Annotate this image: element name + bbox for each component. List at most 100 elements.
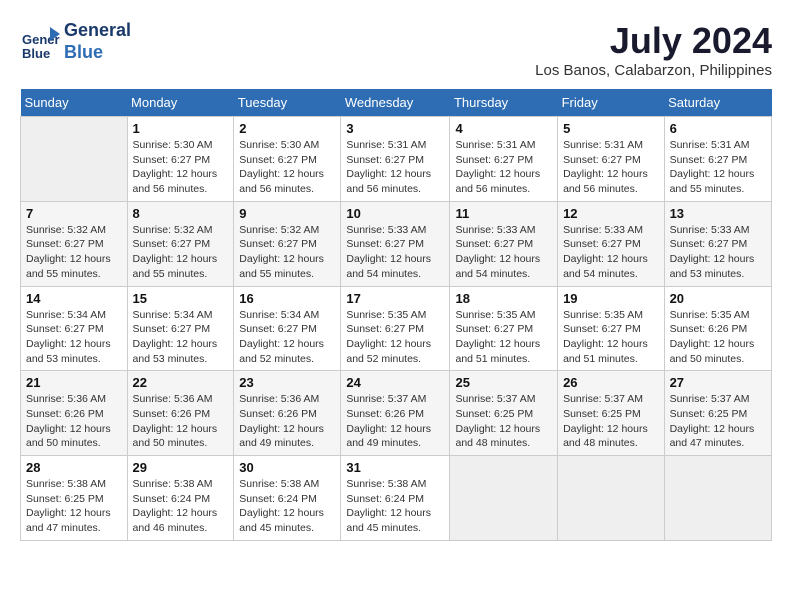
day-number: 22	[133, 375, 229, 390]
day-info: Sunrise: 5:34 AM Sunset: 6:27 PM Dayligh…	[26, 308, 122, 367]
day-number: 24	[346, 375, 444, 390]
day-cell: 25Sunrise: 5:37 AM Sunset: 6:25 PM Dayli…	[450, 371, 558, 456]
calendar-header: SundayMondayTuesdayWednesdayThursdayFrid…	[21, 89, 772, 117]
day-info: Sunrise: 5:31 AM Sunset: 6:27 PM Dayligh…	[563, 138, 659, 197]
week-row-5: 28 Sunrise: 5:38 AM Sunset: 6:25 PM Dayli…	[21, 456, 772, 541]
day-cell: 7 Sunrise: 5:32 AM Sunset: 6:27 PM Daylig…	[21, 201, 128, 286]
day-cell	[664, 456, 771, 541]
day-number: 29	[133, 460, 229, 475]
day-info: Sunrise: 5:37 AM Sunset: 6:25 PM Dayligh…	[670, 392, 766, 451]
svg-text:Blue: Blue	[22, 46, 50, 61]
day-number: 18	[455, 291, 552, 306]
day-info: Sunrise: 5:33 AM Sunset: 6:27 PM Dayligh…	[563, 223, 659, 282]
day-info: Sunrise: 5:31 AM Sunset: 6:27 PM Dayligh…	[346, 138, 444, 197]
day-info: Sunrise: 5:30 AM Sunset: 6:27 PM Dayligh…	[133, 138, 229, 197]
day-number: 31	[346, 460, 444, 475]
day-cell	[21, 117, 128, 202]
day-cell: 9Sunrise: 5:32 AM Sunset: 6:27 PM Daylig…	[234, 201, 341, 286]
day-info: Sunrise: 5:34 AM Sunset: 6:27 PM Dayligh…	[239, 308, 335, 367]
day-number: 13	[670, 206, 766, 221]
day-info: Sunrise: 5:36 AM Sunset: 6:26 PM Dayligh…	[133, 392, 229, 451]
day-cell: 6 Sunrise: 5:31 AM Sunset: 6:27 PM Daylig…	[664, 117, 771, 202]
day-info: Sunrise: 5:31 AM Sunset: 6:27 PM Dayligh…	[670, 138, 766, 197]
day-number: 4	[455, 121, 552, 136]
day-info: Sunrise: 5:33 AM Sunset: 6:27 PM Dayligh…	[670, 223, 766, 282]
calendar-body: 1 Sunrise: 5:30 AM Sunset: 6:27 PM Daylig…	[21, 117, 772, 541]
week-row-3: 14 Sunrise: 5:34 AM Sunset: 6:27 PM Dayli…	[21, 286, 772, 371]
day-info: Sunrise: 5:32 AM Sunset: 6:27 PM Dayligh…	[26, 223, 122, 282]
day-cell: 31 Sunrise: 5:38 AM Sunset: 6:24 PM Dayli…	[341, 456, 450, 541]
day-cell: 11Sunrise: 5:33 AM Sunset: 6:27 PM Dayli…	[450, 201, 558, 286]
day-cell: 19Sunrise: 5:35 AM Sunset: 6:27 PM Dayli…	[558, 286, 665, 371]
day-cell: 13 Sunrise: 5:33 AM Sunset: 6:27 PM Dayli…	[664, 201, 771, 286]
day-cell: 28 Sunrise: 5:38 AM Sunset: 6:25 PM Dayli…	[21, 456, 128, 541]
day-cell: 22 Sunrise: 5:36 AM Sunset: 6:26 PM Dayli…	[127, 371, 234, 456]
day-cell: 18 Sunrise: 5:35 AM Sunset: 6:27 PM Dayli…	[450, 286, 558, 371]
day-info: Sunrise: 5:36 AM Sunset: 6:26 PM Dayligh…	[239, 392, 335, 451]
day-cell	[558, 456, 665, 541]
day-number: 16	[239, 291, 335, 306]
logo-line2: Blue	[64, 42, 131, 64]
day-number: 9	[239, 206, 335, 221]
day-number: 10	[346, 206, 444, 221]
day-number: 30	[239, 460, 335, 475]
day-info: Sunrise: 5:37 AM Sunset: 6:25 PM Dayligh…	[455, 392, 552, 451]
day-number: 2	[239, 121, 335, 136]
day-cell: 8Sunrise: 5:32 AM Sunset: 6:27 PM Daylig…	[127, 201, 234, 286]
day-cell: 14 Sunrise: 5:34 AM Sunset: 6:27 PM Dayli…	[21, 286, 128, 371]
week-row-2: 7 Sunrise: 5:32 AM Sunset: 6:27 PM Daylig…	[21, 201, 772, 286]
day-header-friday: Friday	[558, 89, 665, 117]
logo-icon: General Blue	[20, 22, 60, 62]
day-info: Sunrise: 5:35 AM Sunset: 6:27 PM Dayligh…	[455, 308, 552, 367]
day-header-monday: Monday	[127, 89, 234, 117]
day-cell: 20 Sunrise: 5:35 AM Sunset: 6:26 PM Dayli…	[664, 286, 771, 371]
day-number: 15	[133, 291, 229, 306]
day-cell: 1 Sunrise: 5:30 AM Sunset: 6:27 PM Daylig…	[127, 117, 234, 202]
day-cell: 10Sunrise: 5:33 AM Sunset: 6:27 PM Dayli…	[341, 201, 450, 286]
day-info: Sunrise: 5:38 AM Sunset: 6:25 PM Dayligh…	[26, 477, 122, 536]
day-cell: 23 Sunrise: 5:36 AM Sunset: 6:26 PM Dayli…	[234, 371, 341, 456]
day-number: 6	[670, 121, 766, 136]
day-info: Sunrise: 5:33 AM Sunset: 6:27 PM Dayligh…	[455, 223, 552, 282]
day-cell: 27 Sunrise: 5:37 AM Sunset: 6:25 PM Dayli…	[664, 371, 771, 456]
day-info: Sunrise: 5:31 AM Sunset: 6:27 PM Dayligh…	[455, 138, 552, 197]
day-cell: 15 Sunrise: 5:34 AM Sunset: 6:27 PM Dayli…	[127, 286, 234, 371]
day-info: Sunrise: 5:37 AM Sunset: 6:26 PM Dayligh…	[346, 392, 444, 451]
week-row-1: 1 Sunrise: 5:30 AM Sunset: 6:27 PM Daylig…	[21, 117, 772, 202]
day-number: 21	[26, 375, 122, 390]
day-info: Sunrise: 5:38 AM Sunset: 6:24 PM Dayligh…	[346, 477, 444, 536]
day-cell: 2 Sunrise: 5:30 AM Sunset: 6:27 PM Daylig…	[234, 117, 341, 202]
day-header-saturday: Saturday	[664, 89, 771, 117]
day-cell: 24 Sunrise: 5:37 AM Sunset: 6:26 PM Dayli…	[341, 371, 450, 456]
day-cell: 3 Sunrise: 5:31 AM Sunset: 6:27 PM Daylig…	[341, 117, 450, 202]
day-header-tuesday: Tuesday	[234, 89, 341, 117]
day-info: Sunrise: 5:37 AM Sunset: 6:25 PM Dayligh…	[563, 392, 659, 451]
day-number: 7	[26, 206, 122, 221]
day-cell: 4 Sunrise: 5:31 AM Sunset: 6:27 PM Daylig…	[450, 117, 558, 202]
day-number: 12	[563, 206, 659, 221]
day-number: 3	[346, 121, 444, 136]
day-info: Sunrise: 5:30 AM Sunset: 6:27 PM Dayligh…	[239, 138, 335, 197]
day-cell: 5 Sunrise: 5:31 AM Sunset: 6:27 PM Daylig…	[558, 117, 665, 202]
day-header-wednesday: Wednesday	[341, 89, 450, 117]
day-number: 27	[670, 375, 766, 390]
day-number: 20	[670, 291, 766, 306]
day-number: 19	[563, 291, 659, 306]
logo-line1: General	[64, 20, 131, 42]
day-info: Sunrise: 5:36 AM Sunset: 6:26 PM Dayligh…	[26, 392, 122, 451]
day-cell: 21 Sunrise: 5:36 AM Sunset: 6:26 PM Dayli…	[21, 371, 128, 456]
day-info: Sunrise: 5:34 AM Sunset: 6:27 PM Dayligh…	[133, 308, 229, 367]
logo: General Blue General Blue	[20, 20, 131, 63]
day-number: 1	[133, 121, 229, 136]
day-number: 23	[239, 375, 335, 390]
title-block: July 2024 Los Banos, Calabarzon, Philipp…	[535, 20, 772, 79]
day-cell: 30Sunrise: 5:38 AM Sunset: 6:24 PM Dayli…	[234, 456, 341, 541]
day-number: 28	[26, 460, 122, 475]
day-info: Sunrise: 5:35 AM Sunset: 6:26 PM Dayligh…	[670, 308, 766, 367]
location: Los Banos, Calabarzon, Philippines	[535, 62, 772, 79]
day-number: 5	[563, 121, 659, 136]
day-number: 8	[133, 206, 229, 221]
day-cell: 29Sunrise: 5:38 AM Sunset: 6:24 PM Dayli…	[127, 456, 234, 541]
day-number: 26	[563, 375, 659, 390]
day-number: 14	[26, 291, 122, 306]
